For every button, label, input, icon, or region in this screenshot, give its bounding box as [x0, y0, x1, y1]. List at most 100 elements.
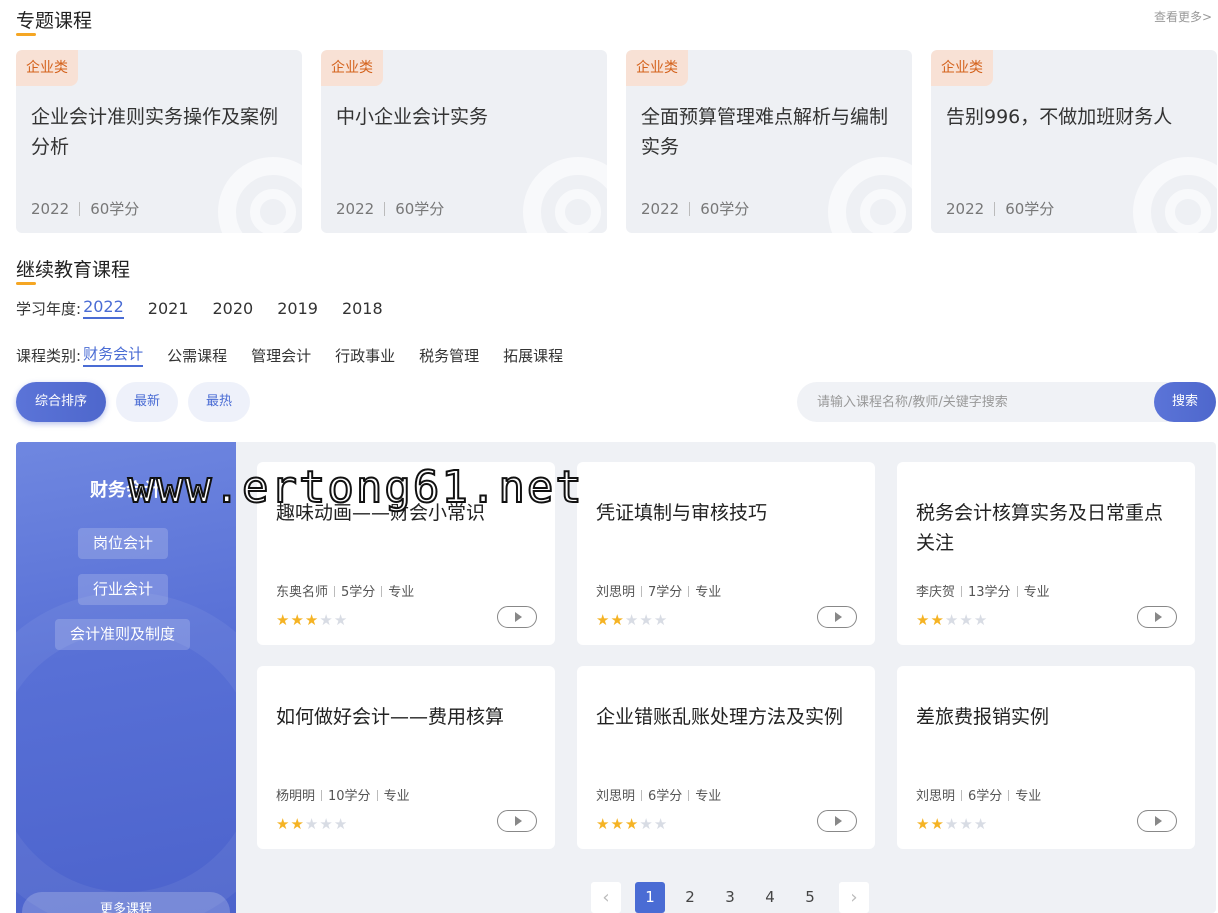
star-empty-icon: ★: [959, 815, 974, 833]
year-option-2020[interactable]: 2020: [213, 299, 254, 318]
category-option-public[interactable]: 公需课程: [167, 345, 227, 366]
topic-credits: 60学分: [700, 200, 750, 218]
more-courses-button[interactable]: 更多课程: [22, 892, 230, 913]
side-item-standards[interactable]: 会计准则及制度: [55, 619, 191, 650]
topic-credits: 60学分: [90, 200, 140, 218]
category-option-extension[interactable]: 拓展课程: [503, 345, 563, 366]
play-icon: [1154, 612, 1162, 622]
topic-section-title: 专题课程: [16, 10, 93, 32]
star-filled-icon: ★: [930, 815, 945, 833]
topic-card[interactable]: 企业类 全面预算管理难点解析与编制实务 2022 60学分: [626, 50, 912, 233]
star-filled-icon: ★: [916, 611, 931, 629]
sort-newest-button[interactable]: 最新: [116, 382, 178, 422]
course-title: 差旅费报销实例: [916, 706, 1050, 728]
star-empty-icon: ★: [639, 611, 654, 629]
topic-card[interactable]: 企业类 中小企业会计实务 2022 60学分: [321, 50, 607, 233]
course-teacher: 刘思明: [916, 789, 956, 804]
year-option-2021[interactable]: 2021: [148, 299, 189, 318]
page-1-button[interactable]: 1: [635, 882, 665, 913]
rating-stars: ★★★★★: [596, 611, 668, 629]
sort-comprehensive-button[interactable]: 综合排序: [16, 382, 106, 422]
topic-title: 全面预算管理难点解析与编制实务: [641, 106, 889, 158]
play-button[interactable]: [497, 606, 537, 628]
divider: [321, 790, 323, 801]
star-empty-icon: ★: [304, 815, 320, 833]
category-option-administrative[interactable]: 行政事业: [335, 345, 395, 366]
topic-credits: 60学分: [1005, 200, 1055, 218]
course-card[interactable]: 差旅费报销实例 刘思明 6学分 专业 ★★★★★: [897, 666, 1195, 849]
category-option-tax[interactable]: 税务管理: [419, 345, 479, 366]
star-empty-icon: ★: [333, 815, 349, 833]
rating-stars: ★★★★★: [276, 611, 348, 629]
page-4-button[interactable]: 4: [755, 882, 785, 913]
rating-stars: ★★★★★: [276, 815, 348, 833]
page-2-button[interactable]: 2: [675, 882, 705, 913]
year-option-2022[interactable]: 2022: [83, 297, 124, 319]
star-filled-icon: ★: [290, 611, 305, 629]
sort-hottest-button[interactable]: 最热: [188, 382, 250, 422]
topic-title: 告别996，不做加班财务人: [946, 106, 1173, 128]
topic-card[interactable]: 企业类 告别996，不做加班财务人 2022 60学分: [931, 50, 1217, 233]
category-side-panel: 财务会计 岗位会计 行业会计 会计准则及制度 更多课程: [16, 442, 236, 913]
page-5-button[interactable]: 5: [795, 882, 825, 913]
divider: [689, 202, 691, 216]
play-button[interactable]: [817, 810, 857, 832]
rating-stars: ★★★★★: [596, 815, 668, 833]
star-filled-icon: ★: [916, 815, 931, 833]
topic-year: 2022: [31, 200, 70, 218]
course-teacher: 刘思明: [596, 585, 636, 600]
star-filled-icon: ★: [624, 815, 640, 833]
course-meta: 李庆贺 13学分 专业: [916, 581, 1050, 600]
topic-meta: 2022 60学分: [946, 198, 1054, 219]
course-card[interactable]: 如何做好会计——费用核算 杨明明 10学分 专业 ★★★★★: [257, 666, 555, 849]
play-button[interactable]: [1137, 606, 1177, 628]
play-icon: [834, 612, 842, 622]
card-decoration: [860, 189, 906, 233]
category-option-financial-accounting[interactable]: 财务会计: [83, 343, 144, 367]
page-3-button[interactable]: 3: [715, 882, 745, 913]
course-title: 如何做好会计——费用核算: [276, 706, 505, 728]
play-button[interactable]: [817, 606, 857, 628]
play-button[interactable]: [1137, 810, 1177, 832]
course-meta: 刘思明 6学分 专业: [596, 785, 721, 804]
view-more-link[interactable]: 查看更多>: [1154, 8, 1212, 25]
side-item-post-accounting[interactable]: 岗位会计: [78, 528, 169, 559]
search-input[interactable]: [817, 382, 1137, 422]
course-card[interactable]: 企业错账乱账处理方法及实例 刘思明 6学分 专业 ★★★★★: [577, 666, 875, 849]
course-teacher: 东奥名师: [276, 585, 329, 600]
topic-tag: 企业类: [626, 50, 688, 86]
course-type: 专业: [383, 789, 410, 804]
year-option-2018[interactable]: 2018: [342, 299, 383, 318]
course-card[interactable]: 趣味动画——财会小常识 东奥名师 5学分 专业 ★★★★★: [257, 462, 555, 645]
rating-stars: ★★★★★: [916, 815, 988, 833]
star-empty-icon: ★: [973, 815, 989, 833]
side-panel-title: 财务会计: [90, 480, 162, 501]
divider: [641, 790, 643, 801]
course-meta: 东奥名师 5学分 专业: [276, 581, 414, 600]
prev-page-button[interactable]: ‹: [591, 882, 621, 913]
course-type: 专业: [1015, 789, 1042, 804]
topic-card[interactable]: 企业类 企业会计准则实务操作及案例分析 2022 60学分: [16, 50, 302, 233]
topic-meta: 2022 60学分: [31, 198, 139, 219]
divider: [376, 790, 378, 801]
search-button[interactable]: 搜索: [1154, 382, 1216, 422]
topic-meta: 2022 60学分: [336, 198, 444, 219]
next-page-button[interactable]: ›: [839, 882, 869, 913]
course-card[interactable]: 税务会计核算实务及日常重点关注 李庆贺 13学分 专业 ★★★★★: [897, 462, 1195, 645]
side-item-industry-accounting[interactable]: 行业会计: [78, 574, 169, 605]
play-icon: [834, 816, 842, 826]
star-empty-icon: ★: [944, 815, 960, 833]
edu-title-underline: [16, 282, 36, 285]
course-credits: 6学分: [968, 789, 1003, 804]
year-option-2019[interactable]: 2019: [277, 299, 318, 318]
play-icon: [1154, 816, 1162, 826]
course-card[interactable]: 凭证填制与审核技巧 刘思明 7学分 专业 ★★★★★: [577, 462, 875, 645]
edu-section-title: 继续教育课程: [16, 259, 131, 281]
category-option-management-accounting[interactable]: 管理会计: [251, 345, 311, 366]
play-button[interactable]: [497, 810, 537, 832]
course-type: 专业: [1023, 585, 1050, 600]
topic-tag: 企业类: [321, 50, 383, 86]
topic-year: 2022: [641, 200, 680, 218]
course-credits: 5学分: [341, 585, 376, 600]
course-title: 趣味动画——财会小常识: [276, 502, 486, 524]
